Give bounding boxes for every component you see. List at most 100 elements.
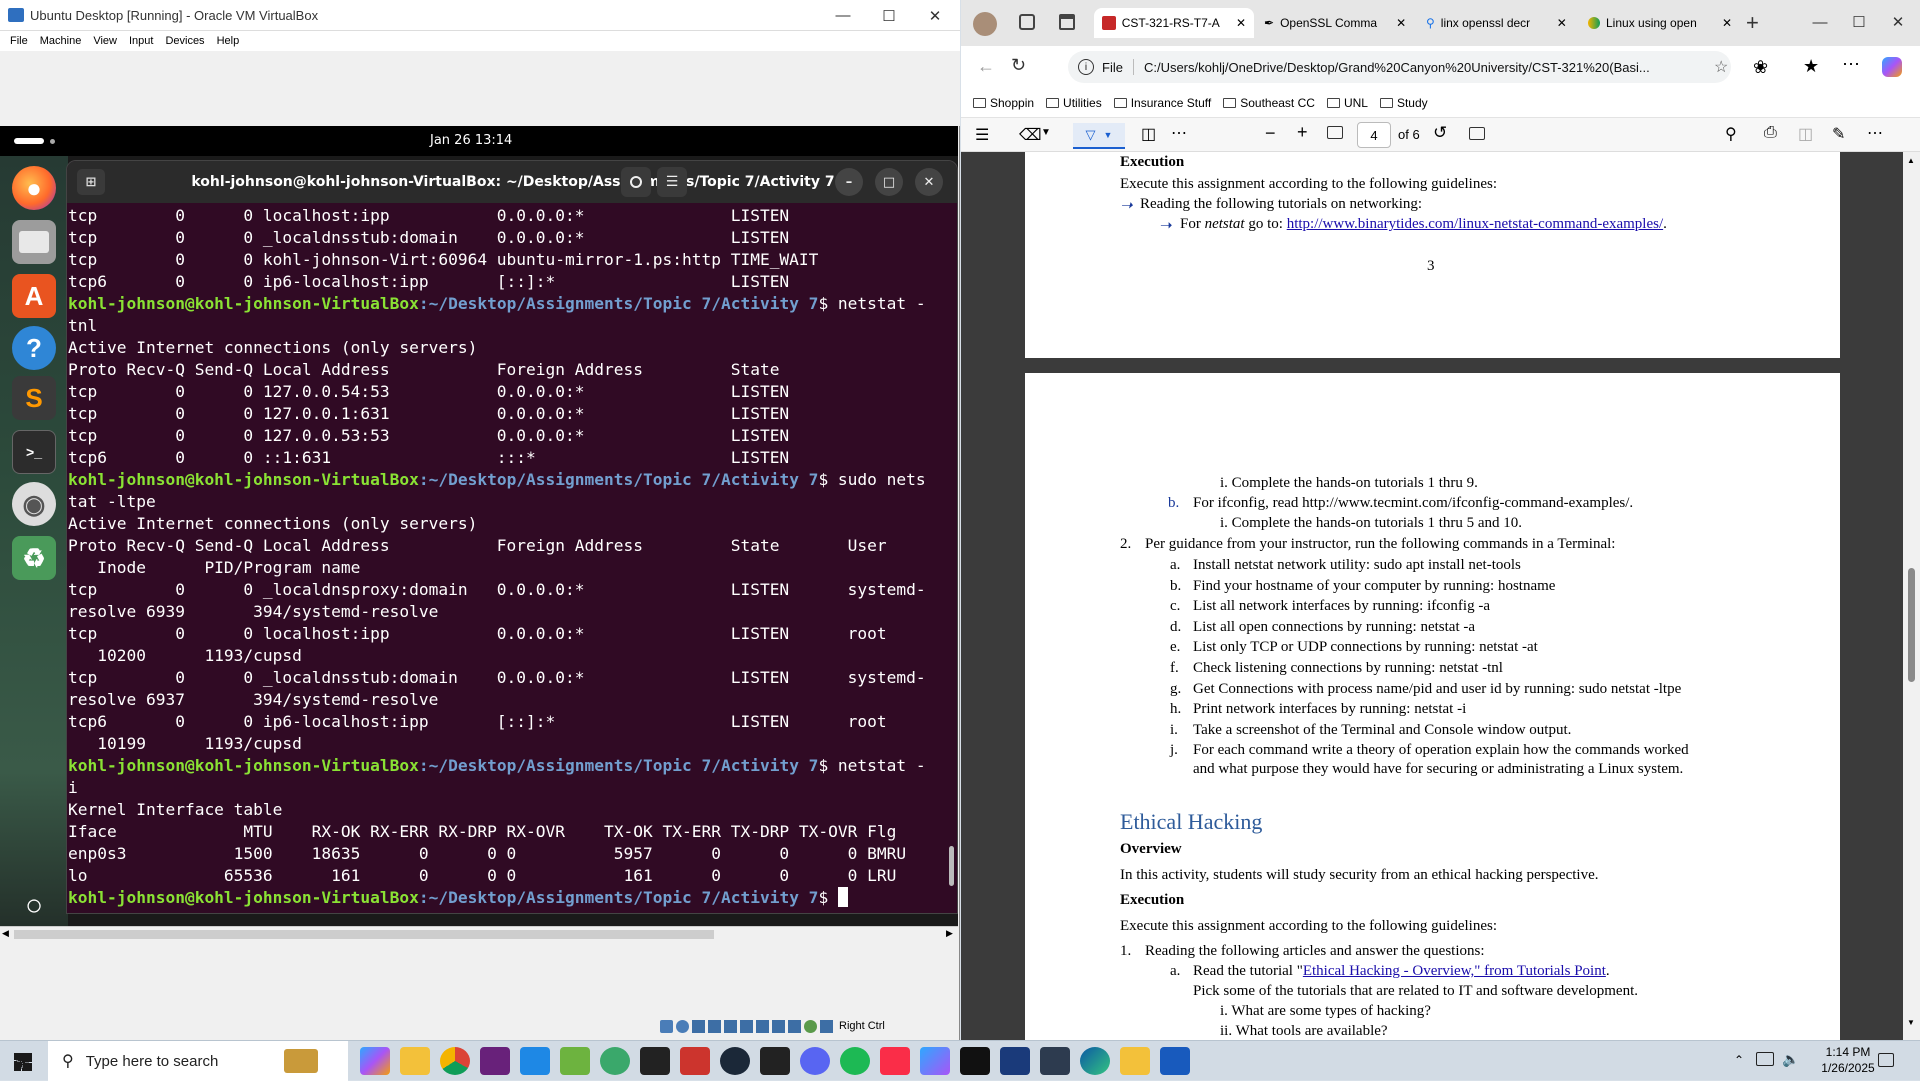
menu-input[interactable]: Input: [129, 35, 153, 47]
binarytides-link[interactable]: http://www.binarytides.com/linux-netstat…: [1287, 216, 1663, 232]
steam-icon[interactable]: [720, 1047, 750, 1075]
usb-icon[interactable]: [724, 1019, 737, 1033]
close-tab-icon[interactable]: ✕: [1722, 16, 1732, 30]
address-bar[interactable]: i File C:/Users/kohlj/OneDrive/Desktop/G…: [1068, 51, 1731, 83]
maximize-button[interactable]: ☐: [866, 0, 912, 31]
files-icon[interactable]: [12, 220, 56, 264]
ubuntu-guest-screen[interactable]: Jan 26 13:14 ● A ? S >_ ◉ ♻ ○ ⊞ kohl-joh…: [0, 126, 958, 926]
notifications-icon[interactable]: [1878, 1053, 1894, 1067]
zoom-in-button[interactable]: +: [1297, 122, 1308, 143]
r-icon[interactable]: [1000, 1047, 1030, 1075]
zoom-out-button[interactable]: −: [1265, 123, 1276, 144]
spotify-icon[interactable]: [840, 1047, 870, 1075]
discord-icon[interactable]: [800, 1047, 830, 1075]
network-icon[interactable]: [708, 1019, 721, 1033]
workspaces-icon[interactable]: [1019, 14, 1035, 30]
tab-linux-openssl-search[interactable]: ⚲ linx openssl decr ✕: [1418, 8, 1578, 38]
minimize-button[interactable]: —: [820, 0, 866, 31]
audio-icon[interactable]: [692, 1019, 705, 1033]
url-text[interactable]: C:/Users/kohlj/OneDrive/Desktop/Grand%20…: [1144, 60, 1714, 75]
visual-studio-icon[interactable]: [480, 1047, 510, 1075]
ruby-icon[interactable]: [680, 1047, 710, 1075]
help-icon[interactable]: ?: [12, 326, 56, 370]
windows-start-icon[interactable]: [14, 1053, 32, 1071]
disc-icon[interactable]: ◉: [12, 482, 56, 526]
print-icon[interactable]: ⎙: [1764, 124, 1777, 142]
info-icon[interactable]: i: [1078, 59, 1094, 75]
itunes-icon[interactable]: [880, 1047, 910, 1075]
page-number-input[interactable]: 4: [1357, 122, 1391, 148]
edge-close-button[interactable]: ✕: [1875, 8, 1920, 36]
display-icon[interactable]: [756, 1019, 769, 1033]
storage-icon[interactable]: [660, 1019, 673, 1033]
terminal-scrollbar[interactable]: [949, 846, 954, 886]
sublime-text-icon[interactable]: S: [12, 376, 56, 420]
close-tab-icon[interactable]: ✕: [1396, 16, 1406, 30]
menu-devices[interactable]: Devices: [165, 35, 204, 47]
pdf-scrollbar-thumb[interactable]: [1908, 568, 1915, 682]
tab-linux-using-openssl[interactable]: Linux using open ✕: [1580, 8, 1740, 38]
firefox-icon[interactable]: ●: [12, 166, 56, 210]
shared-folders-icon[interactable]: [740, 1019, 753, 1033]
terminal-maximize-button[interactable]: □: [875, 168, 903, 196]
terminal-output[interactable]: tcp 0 0 localhost:ipp 0.0.0.0:* LISTEN tc…: [67, 205, 947, 913]
browser-icon[interactable]: [600, 1047, 630, 1075]
bookmark-insurance-stuff[interactable]: Insurance Stuff: [1113, 96, 1211, 110]
menu-view[interactable]: View: [93, 35, 117, 47]
bookmark-unl[interactable]: UNL: [1326, 96, 1368, 110]
chrome-icon[interactable]: [440, 1047, 470, 1075]
taskbar-clock[interactable]: 1:14 PM 1/26/2025: [1810, 1044, 1886, 1076]
terminal-icon[interactable]: >_: [12, 430, 56, 474]
trash-icon[interactable]: ♻: [12, 536, 56, 580]
volume-icon[interactable]: 🔈: [1782, 1051, 1799, 1068]
word-icon[interactable]: [1160, 1047, 1190, 1075]
favorites-icon[interactable]: ★: [1803, 56, 1819, 77]
close-button[interactable]: ✕: [912, 0, 958, 31]
copilot-icon[interactable]: [360, 1047, 390, 1075]
page-view-icon[interactable]: [1469, 127, 1485, 140]
refresh-button[interactable]: ↻: [1011, 55, 1026, 76]
bookmark-utilities[interactable]: Utilities: [1046, 96, 1102, 110]
fit-page-icon[interactable]: [1327, 126, 1343, 139]
settings-more-icon[interactable]: ⋯: [1842, 54, 1860, 75]
optical-drive-icon[interactable]: [676, 1019, 689, 1033]
show-apps-icon[interactable]: ○: [12, 884, 56, 926]
epic-games-icon[interactable]: [760, 1047, 790, 1075]
bar-icon[interactable]: [960, 1047, 990, 1075]
menu-help[interactable]: Help: [217, 35, 240, 47]
show-hidden-icons[interactable]: ⌃: [1734, 1053, 1744, 1067]
erase-icon[interactable]: ◫: [1141, 124, 1156, 144]
activities-indicator[interactable]: [14, 138, 44, 144]
new-tab-button[interactable]: ⊞: [77, 169, 105, 195]
rotate-icon[interactable]: ↺: [1433, 123, 1447, 143]
unity-icon[interactable]: [640, 1047, 670, 1075]
highlight-icon[interactable]: ⌫: [1019, 125, 1042, 145]
mouse-integration-icon[interactable]: [804, 1019, 817, 1033]
cpu-icon[interactable]: [788, 1019, 801, 1033]
terminal-menu-button[interactable]: ☰: [657, 167, 687, 197]
draw-tool-button[interactable]: ▽ ▼: [1073, 123, 1125, 149]
search-highlight-icon[interactable]: [284, 1049, 318, 1073]
taskbar-search-box[interactable]: ⚲ Type here to search: [48, 1041, 348, 1081]
bookmark-study[interactable]: Study: [1379, 96, 1428, 110]
terminal-window[interactable]: ⊞ kohl-johnson@kohl-johnson-VirtualBox: …: [66, 160, 958, 914]
edge-icon[interactable]: [1080, 1047, 1110, 1075]
profile-avatar[interactable]: [973, 12, 997, 36]
close-tab-icon[interactable]: ✕: [1236, 16, 1246, 30]
terminal-search-button[interactable]: [621, 167, 651, 197]
tutorials-point-link[interactable]: Ethical Hacking - Overview," from Tutori…: [1303, 963, 1606, 979]
highlight-dropdown-icon[interactable]: ▼: [1041, 127, 1051, 138]
vscode-icon[interactable]: [520, 1047, 550, 1075]
network-status-icon[interactable]: [1756, 1052, 1774, 1066]
app-center-icon[interactable]: A: [12, 274, 56, 318]
extensions-icon[interactable]: ❀: [1753, 57, 1768, 78]
save-icon[interactable]: ◫: [1798, 124, 1813, 144]
m365-icon[interactable]: [920, 1047, 950, 1075]
bookmark-southeast-cc[interactable]: Southeast CC: [1223, 96, 1315, 110]
close-tab-icon[interactable]: ✕: [1557, 16, 1567, 30]
terminal-close-button[interactable]: ✕: [915, 168, 943, 196]
menu-machine[interactable]: Machine: [40, 35, 82, 47]
box-icon[interactable]: [1040, 1047, 1070, 1075]
favorite-star-icon[interactable]: ☆: [1714, 57, 1728, 77]
tab-pdf-assignment[interactable]: CST-321-RS-T7-A ✕: [1094, 8, 1254, 38]
